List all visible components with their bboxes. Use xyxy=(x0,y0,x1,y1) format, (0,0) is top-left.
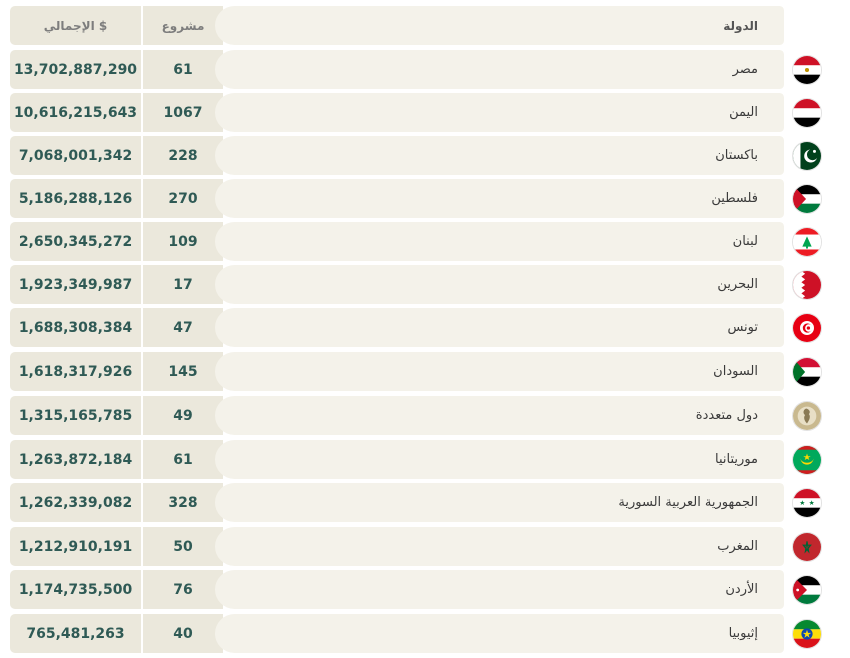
row-projects: 17 xyxy=(143,265,223,304)
ethiopia-flag-icon xyxy=(792,619,822,649)
row-country: فلسطين xyxy=(215,179,784,218)
pakistan-flag-icon xyxy=(792,141,822,171)
mauritania-flag-icon xyxy=(792,445,822,475)
row-projects: 61 xyxy=(143,440,223,479)
row-country: السودان xyxy=(215,352,784,391)
table-row[interactable]: 1,262,339,082 328 الجمهورية العربية السو… xyxy=(10,483,784,522)
table-row[interactable]: 1,174,735,500 76 الأردن xyxy=(10,570,784,609)
table-row[interactable]: 1,212,910,191 50 المغرب xyxy=(10,527,784,566)
row-projects: 145 xyxy=(143,352,223,391)
row-country: المغرب xyxy=(215,527,784,566)
row-projects: 270 xyxy=(143,179,223,218)
row-total: 1,212,910,191 xyxy=(10,527,141,566)
multiple-countries-icon xyxy=(792,401,822,431)
row-total: 1,923,349,987 xyxy=(10,265,141,304)
row-country: موريتانيا xyxy=(215,440,784,479)
table-header: الإجمالي $ مشروع الدولة xyxy=(10,6,784,45)
row-projects: 109 xyxy=(143,222,223,261)
table-row[interactable]: 1,618,317,926 145 السودان xyxy=(10,352,784,391)
row-country: إثيوبيا xyxy=(215,614,784,653)
jordan-flag-icon xyxy=(792,575,822,605)
morocco-flag-icon xyxy=(792,532,822,562)
column-header-projects[interactable]: مشروع xyxy=(143,6,223,45)
syria-flag-icon xyxy=(792,488,822,518)
row-projects: 228 xyxy=(143,136,223,175)
row-total: 1,618,317,926 xyxy=(10,352,141,391)
row-total: 7,068,001,342 xyxy=(10,136,141,175)
table-row[interactable]: 1,315,165,785 49 دول متعددة xyxy=(10,396,784,435)
row-country: لبنان xyxy=(215,222,784,261)
row-total: 1,263,872,184 xyxy=(10,440,141,479)
table-row[interactable]: 10,616,215,643 1067 اليمن xyxy=(10,93,784,132)
row-total: 13,702,887,290 xyxy=(10,50,141,89)
row-projects: 47 xyxy=(143,308,223,347)
row-country: دول متعددة xyxy=(215,396,784,435)
row-country: باكستان xyxy=(215,136,784,175)
row-total: 2,650,345,272 xyxy=(10,222,141,261)
row-total: 1,262,339,082 xyxy=(10,483,141,522)
table-row[interactable]: 5,186,288,126 270 فلسطين xyxy=(10,179,784,218)
table-row[interactable]: 765,481,263 40 إثيوبيا xyxy=(10,614,784,653)
row-country: مصر xyxy=(215,50,784,89)
row-total: 1,688,308,384 xyxy=(10,308,141,347)
row-country: الأردن xyxy=(215,570,784,609)
lebanon-flag-icon xyxy=(792,227,822,257)
row-total: 5,186,288,126 xyxy=(10,179,141,218)
sudan-flag-icon xyxy=(792,357,822,387)
table-row[interactable]: 2,650,345,272 109 لبنان xyxy=(10,222,784,261)
row-projects: 1067 xyxy=(143,93,223,132)
palestine-flag-icon xyxy=(792,184,822,214)
row-projects: 328 xyxy=(143,483,223,522)
row-country: تونس xyxy=(215,308,784,347)
row-total: 1,174,735,500 xyxy=(10,570,141,609)
table-row[interactable]: 1,923,349,987 17 البحرين xyxy=(10,265,784,304)
table-row[interactable]: 13,702,887,290 61 مصر xyxy=(10,50,784,89)
row-total: 1,315,165,785 xyxy=(10,396,141,435)
row-projects: 40 xyxy=(143,614,223,653)
row-country: اليمن xyxy=(215,93,784,132)
tunisia-flag-icon xyxy=(792,313,822,343)
row-projects: 50 xyxy=(143,527,223,566)
egypt-flag-icon xyxy=(792,55,822,85)
column-header-country[interactable]: الدولة xyxy=(215,6,784,45)
bahrain-flag-icon xyxy=(792,270,822,300)
table-row[interactable]: 7,068,001,342 228 باكستان xyxy=(10,136,784,175)
row-country: الجمهورية العربية السورية xyxy=(215,483,784,522)
table-row[interactable]: 1,688,308,384 47 تونس xyxy=(10,308,784,347)
row-total: 765,481,263 xyxy=(10,614,141,653)
row-country: البحرين xyxy=(215,265,784,304)
row-projects: 76 xyxy=(143,570,223,609)
table-row[interactable]: 1,263,872,184 61 موريتانيا xyxy=(10,440,784,479)
row-projects: 61 xyxy=(143,50,223,89)
yemen-flag-icon xyxy=(792,98,822,128)
column-header-total[interactable]: الإجمالي $ xyxy=(10,6,141,45)
row-total: 10,616,215,643 xyxy=(10,93,141,132)
row-projects: 49 xyxy=(143,396,223,435)
